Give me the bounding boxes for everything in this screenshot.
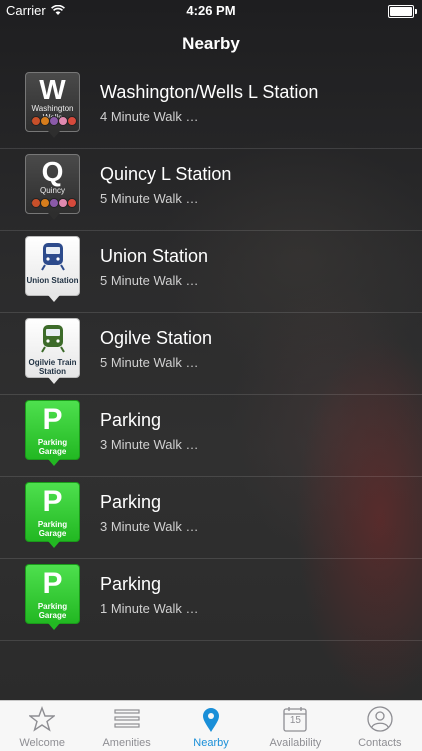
line-color-dot <box>67 116 77 126</box>
train-station-icon: Union Station <box>25 236 80 302</box>
list-item[interactable]: P Parking Garage Parking 3 Minute Walk … <box>0 395 422 477</box>
list-icon <box>114 709 140 728</box>
icon-caption: Parking Garage <box>37 438 68 456</box>
item-subtitle: 4 Minute Walk … <box>100 109 199 124</box>
icon-caption: Parking Garage <box>37 602 68 620</box>
map-pin-icon <box>203 708 220 732</box>
item-subtitle: 5 Minute Walk … <box>100 191 199 206</box>
item-title: Union Station <box>100 246 209 266</box>
tab-welcome[interactable]: Welcome <box>0 701 84 751</box>
item-title: Parking <box>100 574 162 594</box>
line-colors <box>31 116 77 126</box>
tab-label: Nearby <box>193 737 229 749</box>
icon-letter: W <box>39 74 66 105</box>
train-station-icon: Ogilvie Train Station <box>25 318 80 384</box>
icon-caption: Quincy <box>40 186 65 195</box>
icon-caption: Parking Garage <box>37 520 68 538</box>
item-title: Washington/Wells L Station <box>100 82 319 102</box>
line-colors <box>31 198 77 208</box>
star-icon <box>29 706 56 732</box>
item-subtitle: 3 Minute Walk … <box>100 519 199 534</box>
icon-caption: Ogilvie Train Station <box>28 358 77 376</box>
tab-bar: Welcome Amenities Nearby 15 Availability Cont… <box>0 700 422 751</box>
navigation-bar: Nearby <box>0 22 422 66</box>
l-station-icon: WWashington Wells <box>25 72 80 138</box>
train-icon <box>41 243 65 271</box>
item-subtitle: 3 Minute Walk … <box>100 437 199 452</box>
battery-icon <box>388 5 417 18</box>
parking-icon: P Parking Garage <box>25 564 80 630</box>
list-item[interactable]: P Parking Garage Parking 1 Minute Walk … <box>0 559 422 641</box>
tab-label: Amenities <box>102 737 151 749</box>
list-item[interactable]: P Parking Garage Parking 3 Minute Walk … <box>0 477 422 559</box>
item-subtitle: 1 Minute Walk … <box>100 601 199 616</box>
list-item[interactable]: Q Quincy Quincy L Station 5 Minute Walk … <box>0 149 422 231</box>
item-title: Parking <box>100 492 162 512</box>
tab-availability[interactable]: 15 Availability <box>253 701 337 751</box>
item-subtitle: 5 Minute Walk … <box>100 355 199 370</box>
tab-label: Welcome <box>19 737 66 749</box>
nearby-list: WWashington Wells Washington/Wells L Stat… <box>0 67 422 641</box>
status-bar: Carrier 4:26 PM <box>0 0 422 22</box>
page-title: Nearby <box>182 34 240 53</box>
tab-nearby[interactable]: Nearby <box>169 701 253 751</box>
icon-letter: P <box>42 485 63 518</box>
tab-label: Availability <box>269 737 322 749</box>
calendar-day: 15 <box>289 715 301 726</box>
list-item[interactable]: Union Station Union Station 5 Minute Walk … <box>0 231 422 313</box>
icon-letter: P <box>42 567 63 600</box>
train-icon <box>41 325 65 353</box>
tab-label: Contacts <box>358 737 402 749</box>
status-time: 4:26 PM <box>186 3 236 18</box>
tab-amenities[interactable]: Amenities <box>84 701 168 751</box>
item-title: Quincy L Station <box>100 164 232 184</box>
contact-icon <box>367 706 393 732</box>
item-subtitle: 5 Minute Walk … <box>100 273 199 288</box>
icon-letter: Q <box>41 156 64 187</box>
item-title: Parking <box>100 410 162 430</box>
icon-letter: P <box>42 403 63 436</box>
line-color-dot <box>67 198 77 208</box>
tab-contacts[interactable]: Contacts <box>338 701 422 751</box>
list-item[interactable]: WWashington Wells Washington/Wells L Stat… <box>0 67 422 149</box>
parking-icon: P Parking Garage <box>25 482 80 548</box>
l-station-icon: Q Quincy <box>25 154 80 220</box>
list-item[interactable]: Ogilvie Train Station Ogilve Station 5 Min… <box>0 313 422 395</box>
icon-caption: Union Station <box>26 276 79 285</box>
item-title: Ogilve Station <box>100 328 213 348</box>
parking-icon: P Parking Garage <box>25 400 80 466</box>
